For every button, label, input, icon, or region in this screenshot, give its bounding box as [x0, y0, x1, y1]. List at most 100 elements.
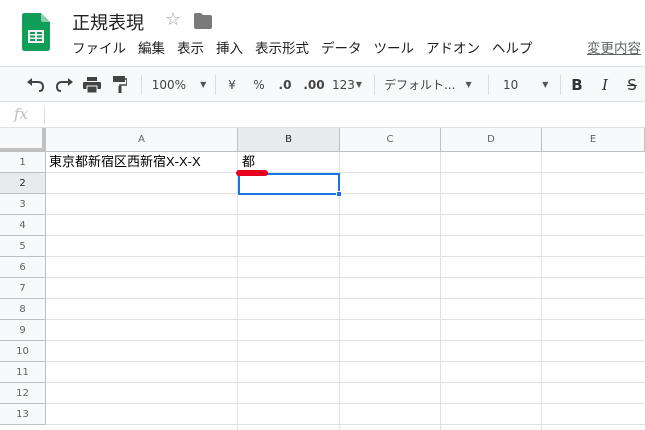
menu-addons[interactable]: アドオン [420, 39, 486, 59]
font-size-value: 10 [503, 77, 519, 92]
paint-format-button[interactable] [108, 67, 132, 102]
fx-icon: fx [14, 105, 29, 123]
formula-input[interactable] [50, 105, 640, 125]
menu-data[interactable]: データ [315, 39, 368, 59]
row-header-1[interactable]: 1 [0, 152, 46, 173]
currency-label: ¥ [228, 77, 236, 92]
more-formats-label: 123 [331, 77, 355, 92]
chevron-down-icon: ▼ [200, 80, 207, 89]
cell-a1[interactable]: 東京都新宿区西新宿X-X-X [49, 152, 201, 172]
grid-line [46, 256, 645, 257]
font-size-select[interactable]: 10 ▼ [495, 67, 553, 102]
percent-format-button[interactable]: % [249, 67, 269, 102]
folder-icon[interactable] [194, 13, 212, 29]
row-header-4[interactable]: 4 [0, 215, 46, 236]
grid-line [46, 403, 645, 404]
sheets-logo-icon[interactable] [22, 13, 50, 51]
grid-line [46, 382, 645, 383]
grid-line [46, 424, 645, 425]
grid-line [440, 152, 441, 430]
increase-decimal-button[interactable]: .00 [300, 67, 328, 102]
menu-help[interactable]: ヘルプ [486, 39, 539, 59]
menu-bar: ファイル 編集 表示 挿入 表示形式 データ ツール アドオン ヘルプ [66, 39, 539, 59]
strikethrough-button[interactable]: S [622, 67, 642, 102]
increase-decimal-label: .00 [303, 77, 325, 92]
grid-line [46, 214, 645, 215]
selected-cell-b2[interactable] [238, 173, 340, 195]
document-title[interactable]: 正規表現 [72, 9, 144, 35]
fill-handle[interactable] [336, 191, 342, 197]
decrease-decimal-label: .0 [278, 77, 292, 92]
grid-line [46, 361, 645, 362]
toolbar-divider [374, 75, 375, 95]
grid-line [46, 298, 645, 299]
strikethrough-icon: S [627, 75, 637, 94]
spreadsheet-grid: A B C D E 1 2 3 4 5 6 7 8 9 10 11 12 13 … [0, 128, 645, 430]
toolbar-divider [560, 75, 561, 95]
toolbar-divider [488, 75, 489, 95]
paint-format-icon [113, 76, 127, 93]
row-header-10[interactable]: 10 [0, 341, 46, 362]
chevron-down-icon: ▼ [465, 80, 472, 89]
menu-format[interactable]: 表示形式 [249, 39, 315, 59]
bold-icon: B [571, 75, 583, 94]
toolbar-divider [141, 75, 142, 95]
row-header-13[interactable]: 13 [0, 404, 46, 425]
star-icon[interactable]: ☆ [165, 10, 181, 30]
currency-format-button[interactable]: ¥ [222, 67, 242, 102]
italic-button[interactable]: I [594, 67, 616, 102]
column-header-d[interactable]: D [441, 128, 542, 152]
redo-button[interactable] [52, 67, 76, 102]
menu-edit[interactable]: 編集 [132, 39, 171, 59]
column-header-b[interactable]: B [238, 128, 340, 152]
column-header-a[interactable]: A [46, 128, 238, 152]
chevron-down-icon: ▼ [355, 80, 363, 89]
font-family-select[interactable]: デフォルト... ▼ [384, 67, 480, 102]
chevron-down-icon: ▼ [542, 80, 549, 89]
redo-icon [55, 77, 73, 92]
row-header-7[interactable]: 7 [0, 278, 46, 299]
row-header-3[interactable]: 3 [0, 194, 46, 215]
cell-b1[interactable]: 都 [242, 152, 255, 172]
row-header-8[interactable]: 8 [0, 299, 46, 320]
print-button[interactable] [80, 67, 104, 102]
grid-line [46, 193, 645, 194]
row-header-12[interactable]: 12 [0, 383, 46, 404]
grid-line [46, 235, 645, 236]
menu-insert[interactable]: 挿入 [210, 39, 249, 59]
grid-line [46, 319, 645, 320]
column-header-e[interactable]: E [542, 128, 645, 152]
column-header-c[interactable]: C [340, 128, 441, 152]
row-header-6[interactable]: 6 [0, 257, 46, 278]
bold-button[interactable]: B [566, 67, 588, 102]
grid-line [46, 172, 645, 173]
row-header-11[interactable]: 11 [0, 362, 46, 383]
toolbar-divider [215, 75, 216, 95]
row-header-9[interactable]: 9 [0, 320, 46, 341]
menu-file[interactable]: ファイル [66, 39, 132, 59]
toolbar: 100% ▼ ¥ % .0 .00 123 ▼ デフォルト... ▼ 10 ▼ … [0, 66, 645, 102]
percent-label: % [253, 77, 265, 92]
font-family-value: デフォルト... [384, 78, 456, 92]
select-all-corner[interactable] [0, 128, 46, 152]
undo-icon [27, 77, 45, 92]
print-icon [83, 76, 101, 93]
grid-line [46, 277, 645, 278]
menu-view[interactable]: 表示 [171, 39, 210, 59]
last-edit-link[interactable]: 変更内容 [587, 39, 641, 59]
menu-tools[interactable]: ツール [368, 39, 421, 59]
row-header-2[interactable]: 2 [0, 173, 46, 194]
row-header-5[interactable]: 5 [0, 236, 46, 257]
red-underline-annotation [236, 170, 268, 176]
zoom-select[interactable]: 100% ▼ [148, 67, 210, 102]
undo-button[interactable] [24, 67, 48, 102]
grid-line [541, 152, 542, 430]
zoom-value: 100% [151, 77, 187, 92]
formula-divider [44, 106, 45, 124]
app-header: 正規表現 ☆ ファイル 編集 表示 挿入 表示形式 データ ツール アドオン ヘ… [0, 0, 645, 66]
decrease-decimal-button[interactable]: .0 [273, 67, 297, 102]
grid-line [46, 340, 645, 341]
formula-bar: fx [0, 102, 645, 128]
italic-icon: I [602, 75, 608, 94]
more-formats-button[interactable]: 123 ▼ [330, 67, 364, 102]
